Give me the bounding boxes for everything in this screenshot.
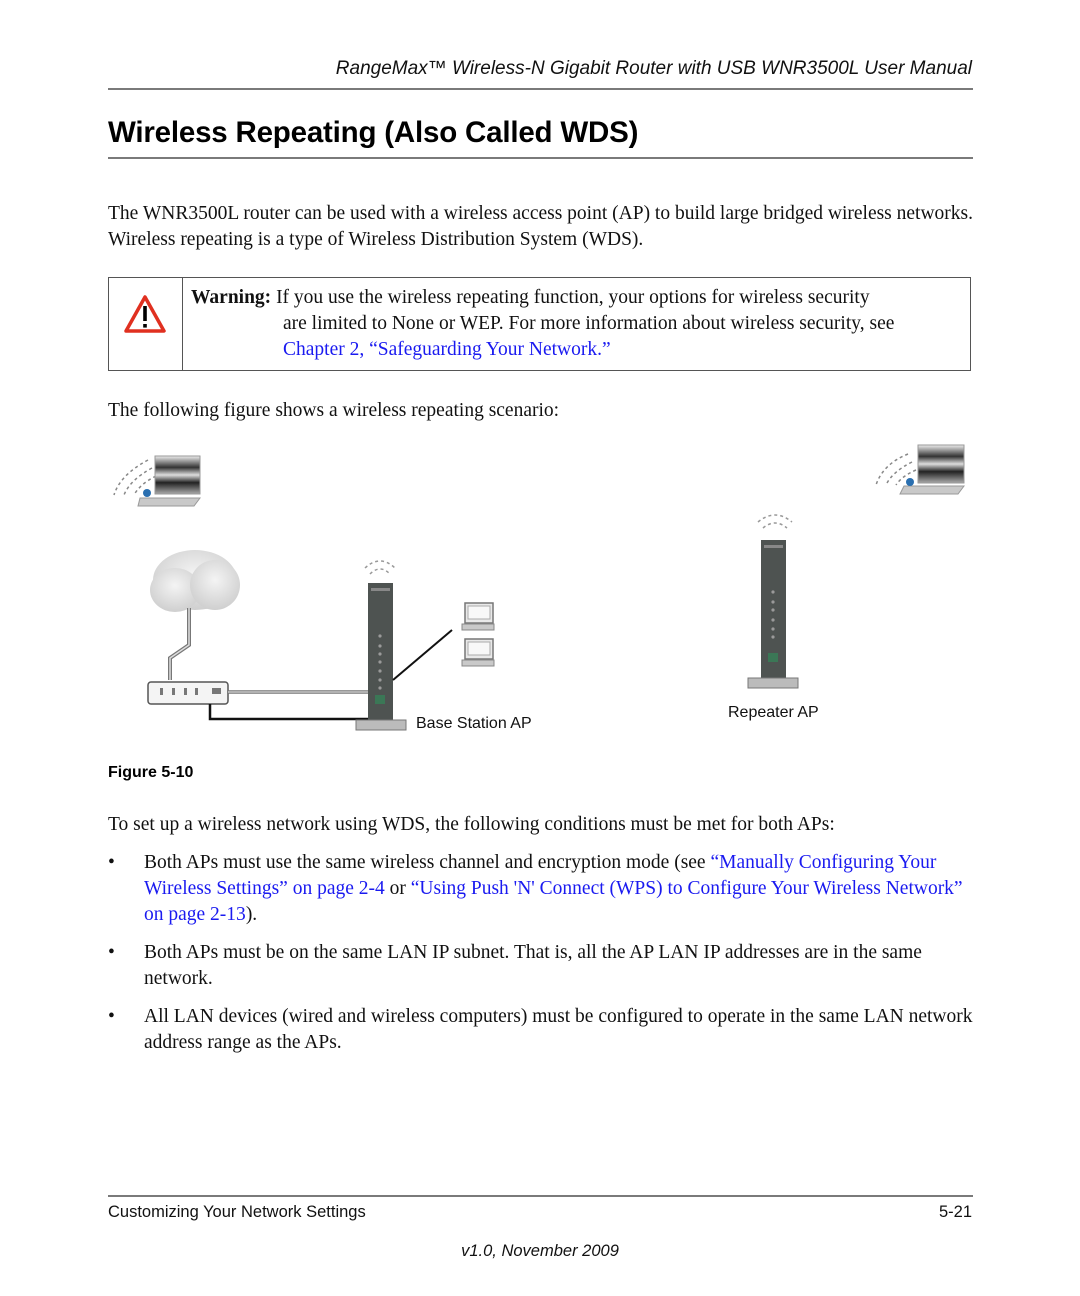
repeater-router-icon (747, 514, 799, 689)
ethernet-cable-2 (208, 704, 368, 721)
title-rule (108, 157, 973, 159)
repeater-label: Repeater AP (728, 704, 819, 721)
intro-paragraph: The WNR3500L router can be used with a w… (108, 203, 974, 250)
warning-text: Warning: If you use the wireless repeati… (191, 285, 971, 363)
wireless-signal-icon (113, 459, 157, 496)
warning-line-1: If you use the wireless repeating functi… (271, 287, 870, 308)
conditions-intro: To set up a wireless network using WDS, … (108, 814, 835, 835)
footer-chapter: Customizing Your Network Settings (108, 1203, 366, 1221)
header-rule (108, 88, 973, 90)
wds-figure: Base Station AP Repeater AP (100, 440, 980, 740)
bullet-marker: • (108, 852, 115, 873)
warning-icon-cell (109, 278, 183, 370)
chapter-2-link[interactable]: Chapter 2, “Safeguarding Your Network.” (191, 337, 971, 363)
base-station-label: Base Station AP (416, 715, 532, 732)
base-station-router-icon (355, 560, 407, 731)
bullet-item-2: Both APs must be on the same LAN IP subn… (144, 942, 922, 989)
bullet-marker: • (108, 1006, 115, 1027)
desktop-computer-icon (461, 602, 495, 667)
bullet-item-3: All LAN devices (wired and wireless comp… (144, 1006, 973, 1053)
bullet-1-post: ). (245, 904, 258, 925)
bullet-1-mid: or (384, 878, 411, 899)
running-header: RangeMax™ Wireless-N Gigabit Router with… (335, 58, 972, 79)
bullet-marker: • (108, 942, 115, 963)
warning-box: Warning: If you use the wireless repeati… (108, 277, 971, 371)
wds-diagram (113, 444, 965, 731)
warning-triangle-icon (124, 295, 166, 333)
figure-intro: The following figure shows a wireless re… (108, 400, 560, 421)
footer-version: v1.0, November 2009 (461, 1242, 619, 1260)
footer-page-number: 5-21 (938, 1203, 972, 1221)
laptop-icon-right (875, 444, 965, 495)
figure-caption: Figure 5-10 (108, 764, 194, 781)
wireless-signal-icon (757, 514, 793, 529)
section-title: Wireless Repeating (Also Called WDS) (108, 116, 639, 149)
warning-label: Warning: (191, 287, 272, 308)
warning-line-2: are limited to None or WEP. For more inf… (283, 313, 895, 334)
laptop-icon-left (113, 455, 201, 507)
cloud-cable (168, 608, 191, 680)
desktop-cable (392, 629, 453, 681)
bullet-1-pre: Both APs must use the same wireless chan… (144, 852, 711, 873)
cloud-icon (150, 550, 240, 612)
modem-icon (147, 681, 229, 705)
bullet-item-1: Both APs must use the same wireless chan… (144, 850, 974, 928)
footer-rule (108, 1195, 973, 1197)
manual-page: RangeMax™ Wireless-N Gigabit Router with… (0, 0, 1080, 1296)
wireless-signal-icon (364, 560, 396, 575)
